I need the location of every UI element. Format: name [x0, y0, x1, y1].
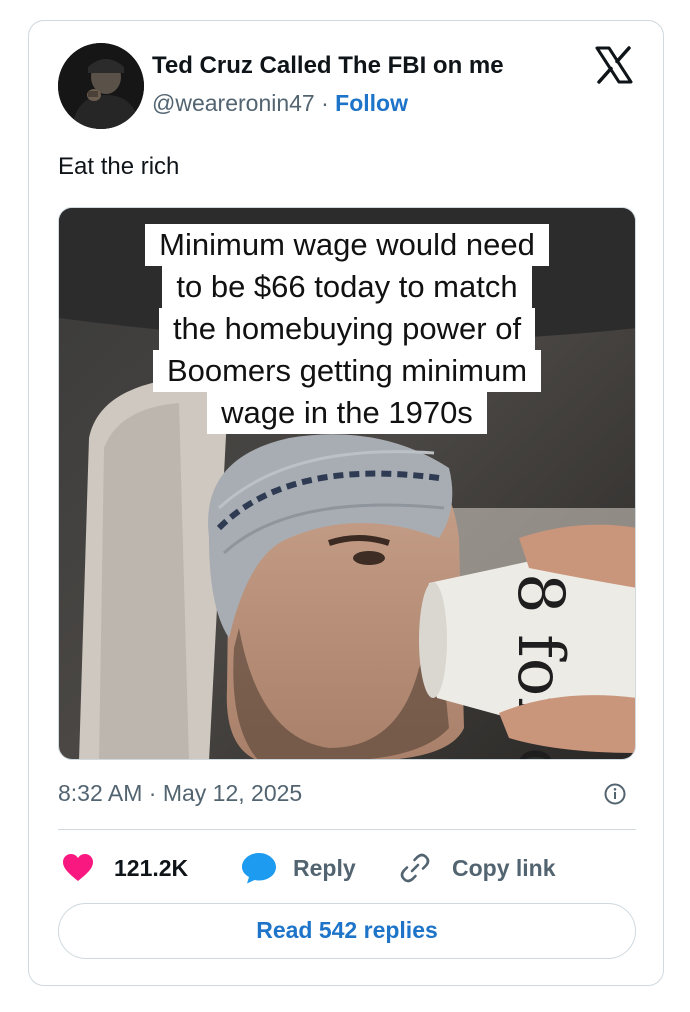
author-handle-row: @weareronin47 · Follow [152, 90, 408, 117]
caption-line: to be $66 today to match [162, 266, 532, 308]
read-replies-button[interactable]: Read 542 replies [58, 903, 636, 959]
reply-button[interactable]: Reply [241, 850, 356, 886]
reply-bubble-icon [242, 853, 276, 884]
heart-icon [63, 854, 93, 881]
x-logo-icon[interactable] [594, 45, 634, 85]
copy-link-label: Copy link [452, 854, 556, 881]
reply-label: Reply [293, 854, 356, 881]
divider [58, 829, 636, 830]
author-name[interactable]: Ted Cruz Called The FBI on me [152, 52, 504, 80]
like-button[interactable]: 121.2K [62, 850, 188, 886]
media-caption: Minimum wage would need to be $66 today … [59, 224, 635, 434]
tweet-media[interactable]: 8 for cl Minimum wage would need to be $… [58, 207, 636, 760]
tweet-text: Eat the rich [58, 153, 180, 180]
like-count: 121.2K [114, 854, 189, 881]
separator-dot: · [321, 90, 329, 116]
caption-line: the homebuying power of [158, 308, 536, 350]
tweet-timestamp[interactable]: 8:32 AM · May 12, 2025 [58, 780, 302, 807]
follow-button[interactable]: Follow [335, 90, 408, 116]
caption-line: Boomers getting minimum [152, 350, 542, 392]
copy-link-button[interactable]: Copy link [398, 850, 556, 886]
info-icon[interactable] [604, 783, 626, 805]
author-handle[interactable]: @weareronin47 [152, 90, 315, 116]
caption-line: Minimum wage would need [145, 224, 549, 266]
caption-line: wage in the 1970s [207, 392, 487, 434]
link-icon [400, 853, 430, 883]
author-avatar[interactable] [58, 43, 144, 129]
